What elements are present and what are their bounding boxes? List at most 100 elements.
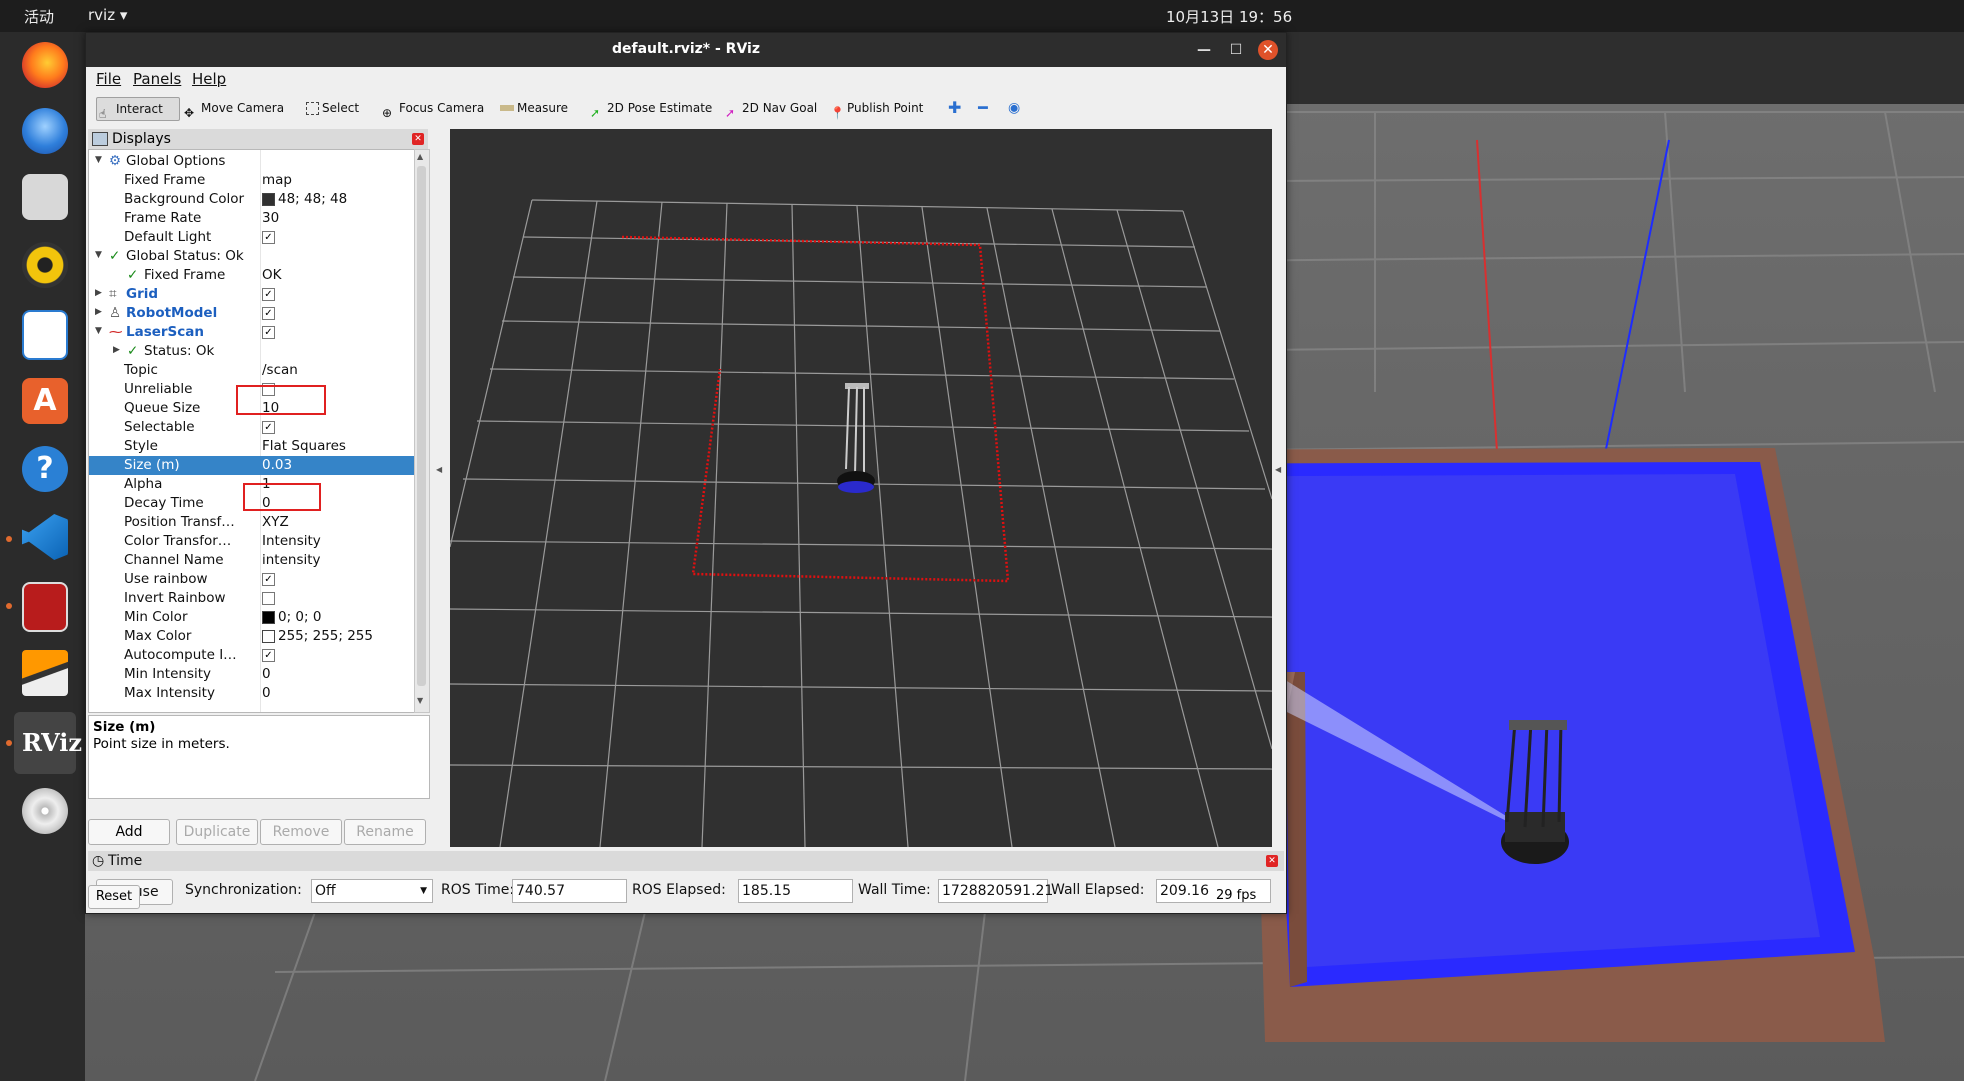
terminal-icon[interactable]: [22, 582, 68, 632]
row-value[interactable]: Flat Squares: [262, 438, 346, 454]
title-bar[interactable]: default.rviz* - RViz — ☐ ✕: [86, 33, 1286, 67]
row-global-status[interactable]: ▼ ✓ Global Status: Ok: [89, 247, 415, 266]
scroll-up-icon[interactable]: ▲: [417, 152, 423, 161]
row-value[interactable]: ✓: [262, 305, 275, 321]
row-selectable[interactable]: Selectable ✓: [89, 418, 415, 437]
reset-button[interactable]: Reset: [88, 885, 140, 909]
row-style[interactable]: Style Flat Squares: [89, 437, 415, 456]
rviz-icon[interactable]: RViz: [22, 720, 82, 766]
display-tree[interactable]: ▼ ⚙ Global Options Fixed Frame map Backg…: [88, 149, 416, 713]
tool-2d-pose-estimate[interactable]: ➚ 2D Pose Estimate: [588, 97, 712, 120]
sync-select[interactable]: Off ▼: [311, 879, 433, 903]
row-value[interactable]: /scan: [262, 362, 298, 378]
row-robotmodel[interactable]: ▶ ♙ RobotModel ✓: [89, 304, 415, 323]
checkbox-checked[interactable]: ✓: [262, 230, 275, 244]
row-min-color[interactable]: Min Color 0; 0; 0: [89, 608, 415, 627]
vscode-icon[interactable]: [22, 514, 68, 560]
add-display-button[interactable]: Add: [88, 819, 170, 845]
row-value[interactable]: ✓: [262, 647, 275, 663]
row-value[interactable]: map: [262, 172, 292, 188]
files-icon[interactable]: [22, 174, 68, 220]
scrollbar-thumb[interactable]: [417, 166, 426, 686]
row-frame-rate[interactable]: Frame Rate 30: [89, 209, 415, 228]
activities-button[interactable]: 活动: [24, 6, 54, 27]
software-icon[interactable]: A: [22, 378, 68, 424]
row-max-intensity[interactable]: Max Intensity 0: [89, 684, 415, 703]
row-value[interactable]: 255; 255; 255: [262, 628, 373, 644]
app-menu[interactable]: rviz ▾: [88, 6, 127, 24]
row-value[interactable]: 0.03: [262, 457, 292, 473]
row-autocompute-intensity[interactable]: Autocompute I… ✓: [89, 646, 415, 665]
thunderbird-icon[interactable]: [22, 108, 68, 154]
clock[interactable]: 10月13日 19：56: [1166, 6, 1292, 27]
tool-select[interactable]: Select: [304, 97, 359, 119]
collapse-arrow-icon[interactable]: ▶: [113, 345, 120, 355]
row-value[interactable]: intensity: [262, 552, 321, 568]
checkbox-checked[interactable]: ✓: [262, 306, 275, 320]
row-value[interactable]: ✓: [262, 324, 275, 340]
row-global-options[interactable]: ▼ ⚙ Global Options: [89, 152, 415, 171]
row-position-transformer[interactable]: Position Transf… XYZ: [89, 513, 415, 532]
row-size[interactable]: Size (m) 0.03: [89, 456, 415, 475]
tool-2d-nav-goal[interactable]: ➚ 2D Nav Goal: [723, 97, 817, 120]
tree-scrollbar[interactable]: ▲ ▼: [414, 149, 430, 713]
tool-measure[interactable]: Measure: [498, 97, 568, 119]
expand-arrow-icon[interactable]: ▼: [95, 155, 102, 165]
checkbox-checked[interactable]: ✓: [262, 648, 275, 662]
add-tool-icon[interactable]: ✚: [946, 97, 961, 119]
checkbox-checked[interactable]: ✓: [262, 325, 275, 339]
ros-time-field[interactable]: 740.57: [512, 879, 627, 903]
tool-focus-camera[interactable]: ⊕ Focus Camera: [380, 97, 484, 120]
firefox-icon[interactable]: [22, 42, 68, 88]
collapse-arrow-icon[interactable]: ▶: [95, 307, 102, 317]
tool-move-camera[interactable]: ✥ Move Camera: [182, 97, 284, 120]
row-channel-name[interactable]: Channel Name intensity: [89, 551, 415, 570]
row-value[interactable]: 0: [262, 685, 271, 701]
row-min-intensity[interactable]: Min Intensity 0: [89, 665, 415, 684]
menu-file[interactable]: File: [96, 70, 121, 88]
row-color-transformer[interactable]: Color Transfor… Intensity: [89, 532, 415, 551]
expand-arrow-icon[interactable]: ▼: [95, 326, 102, 336]
row-grid[interactable]: ▶ ⌗ Grid ✓: [89, 285, 415, 304]
minimize-button[interactable]: —: [1194, 40, 1214, 60]
row-status-fixed-frame[interactable]: ✓ Fixed Frame OK: [89, 266, 415, 285]
row-value[interactable]: ✓: [262, 419, 275, 435]
checkbox-unchecked[interactable]: [262, 591, 275, 605]
row-max-color[interactable]: Max Color 255; 255; 255: [89, 627, 415, 646]
maximize-button[interactable]: ☐: [1226, 40, 1246, 60]
row-value[interactable]: [262, 590, 275, 606]
row-background-color[interactable]: Background Color 48; 48; 48: [89, 190, 415, 209]
checkbox-checked[interactable]: ✓: [262, 420, 275, 434]
remove-display-button[interactable]: Remove: [260, 819, 342, 845]
rename-display-button[interactable]: Rename: [344, 819, 426, 845]
checkbox-checked[interactable]: ✓: [262, 287, 275, 301]
splitter-left-icon[interactable]: ◀: [436, 465, 442, 474]
writer-icon[interactable]: [22, 310, 68, 360]
tool-publish-point[interactable]: 📍 Publish Point: [828, 97, 923, 120]
close-button[interactable]: ✕: [1258, 40, 1278, 60]
remove-tool-icon[interactable]: ━: [976, 97, 988, 119]
duplicate-display-button[interactable]: Duplicate: [176, 819, 258, 845]
row-value[interactable]: 30: [262, 210, 279, 226]
row-laserscan-status[interactable]: ▶ ✓ Status: Ok: [89, 342, 415, 361]
menu-panels[interactable]: Panels: [133, 70, 181, 88]
expand-arrow-icon[interactable]: ▼: [95, 250, 102, 260]
rviz-3d-view[interactable]: [450, 129, 1272, 847]
collapse-arrow-icon[interactable]: ▶: [95, 288, 102, 298]
sublime-icon[interactable]: [22, 650, 68, 696]
row-fixed-frame[interactable]: Fixed Frame map: [89, 171, 415, 190]
row-value[interactable]: ✓: [262, 571, 275, 587]
row-laserscan[interactable]: ▼ ⁓ LaserScan ✓: [89, 323, 415, 342]
dvd-icon[interactable]: [22, 788, 68, 834]
tool-interact[interactable]: ☝ Interact: [96, 97, 180, 121]
row-invert-rainbow[interactable]: Invert Rainbow: [89, 589, 415, 608]
splitter-right-icon[interactable]: ◀: [1275, 465, 1281, 474]
close-panel-icon[interactable]: ✕: [412, 133, 424, 145]
row-value[interactable]: ✓: [262, 229, 275, 245]
wall-time-field[interactable]: 1728820591.21: [938, 879, 1053, 903]
row-default-light[interactable]: Default Light ✓: [89, 228, 415, 247]
view-eye-icon[interactable]: ◉: [1006, 97, 1020, 119]
row-value[interactable]: ✓: [262, 286, 275, 302]
row-use-rainbow[interactable]: Use rainbow ✓: [89, 570, 415, 589]
row-value[interactable]: 48; 48; 48: [262, 191, 347, 207]
